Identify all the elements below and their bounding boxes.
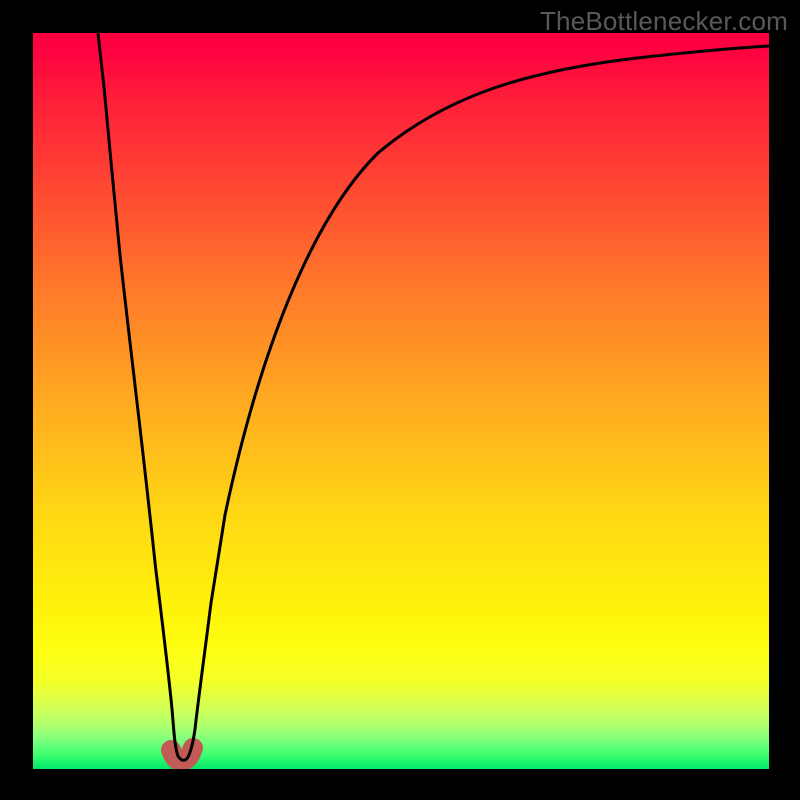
plot-area (33, 33, 769, 769)
chart-container: TheBottlenecker.com (0, 0, 800, 800)
bottleneck-curve (98, 33, 769, 760)
curve-layer (33, 33, 769, 769)
watermark-text: TheBottlenecker.com (540, 6, 788, 37)
